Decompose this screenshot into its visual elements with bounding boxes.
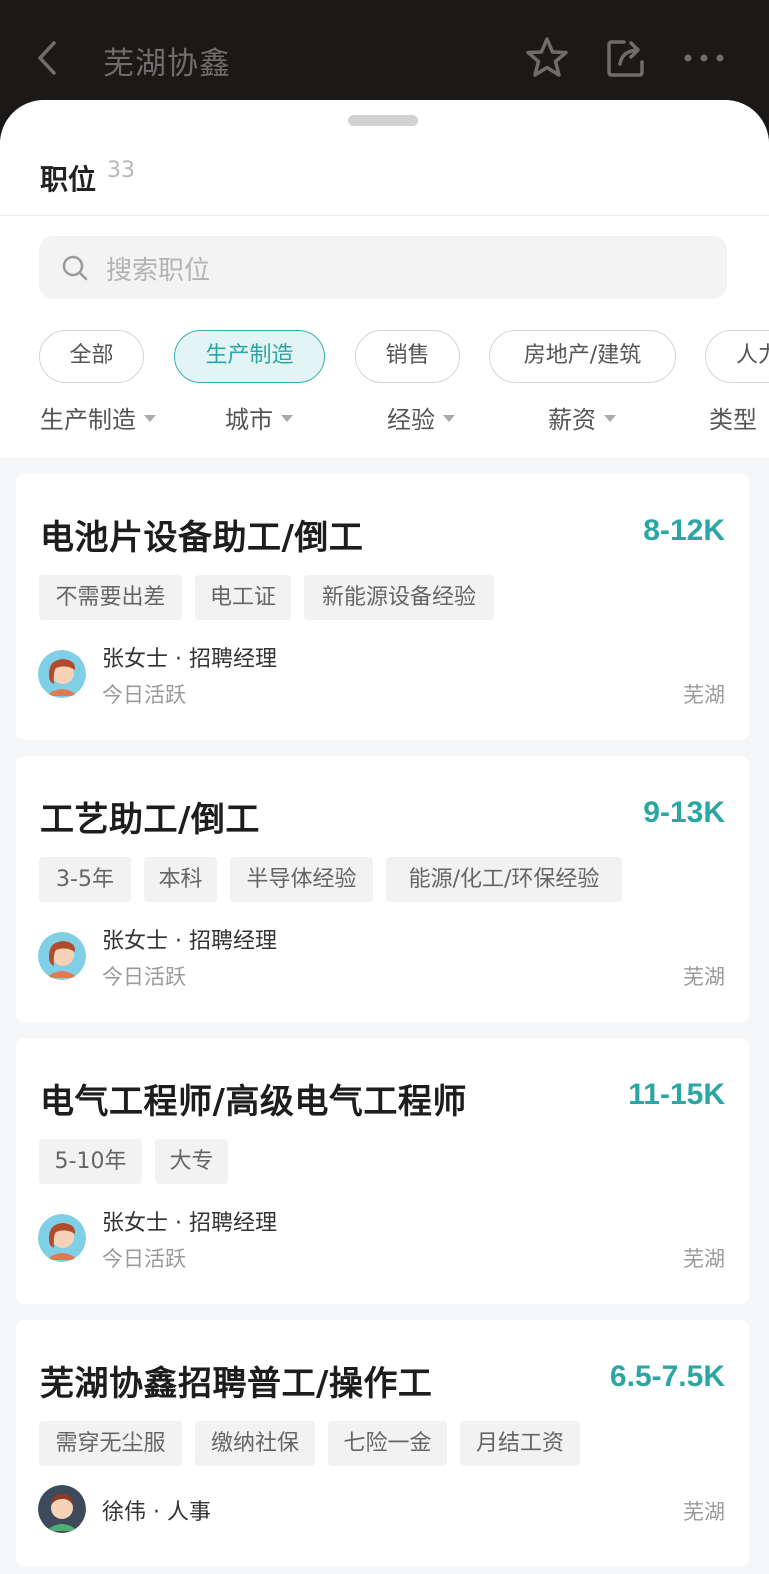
chip-all[interactable]: 全部: [39, 330, 144, 383]
job-tag: 不需要出差: [39, 575, 182, 620]
drag-handle[interactable]: [348, 115, 418, 126]
search-input[interactable]: 搜索职位: [39, 236, 727, 299]
job-card[interactable]: 电气工程师/高级电气工程师 11-15K 5-10年 大专 张女士 · 招聘经理…: [16, 1038, 749, 1304]
caret-down-icon: [281, 415, 293, 422]
job-title: 电气工程师/高级电气工程师: [40, 1082, 467, 1122]
divider: [0, 215, 769, 216]
filter-label: 城市: [225, 406, 273, 434]
top-bar: 芜湖协鑫: [0, 0, 769, 100]
job-card[interactable]: 工艺助工/倒工 9-13K 3-5年 本科 半导体经验 能源/化工/环保经验 张…: [16, 756, 749, 1022]
filter-label: 生产制造: [40, 406, 136, 434]
recruiter-name: 张女士 · 招聘经理: [102, 1211, 277, 1236]
job-tag: 月结工资: [460, 1421, 580, 1466]
job-card[interactable]: 电池片设备助工/倒工 8-12K 不需要出差 电工证 新能源设备经验 张女士 ·…: [16, 474, 749, 740]
filter-experience[interactable]: 经验: [387, 400, 455, 435]
filter-type[interactable]: 类型: [709, 400, 757, 435]
recruiter-avatar: [38, 1214, 86, 1262]
job-list-sheet: 职位 33 搜索职位 全部 生产制造 销售 房地产/建筑 人力 生产制造 城市: [0, 100, 769, 1574]
job-title: 工艺助工/倒工: [40, 800, 260, 840]
job-city: 芜湖: [683, 683, 725, 707]
caret-down-icon: [604, 415, 616, 422]
filter-city[interactable]: 城市: [225, 400, 293, 435]
filter-label: 经验: [387, 406, 435, 434]
job-salary: 11-15K: [628, 1078, 725, 1111]
filter-salary[interactable]: 薪资: [548, 400, 616, 435]
job-tag: 需穿无尘服: [39, 1421, 182, 1466]
recruiter-status: 今日活跃: [102, 1247, 186, 1271]
job-city: 芜湖: [683, 1247, 725, 1271]
sheet-header: 职位 33 搜索职位 全部 生产制造 销售 房地产/建筑 人力 生产制造 城市: [0, 100, 769, 458]
job-title: 电池片设备助工/倒工: [40, 518, 364, 558]
star-favorite-icon[interactable]: [524, 36, 570, 80]
recruiter-status: 今日活跃: [102, 683, 186, 707]
recruiter-avatar: [38, 650, 86, 698]
job-salary: 9-13K: [643, 796, 725, 829]
job-tag: 缴纳社保: [195, 1421, 315, 1466]
job-tag: 七险一金: [328, 1421, 447, 1466]
search-icon: [62, 255, 88, 281]
filter-label: 薪资: [548, 406, 596, 434]
caret-down-icon: [144, 415, 156, 422]
recruiter-status: 今日活跃: [102, 965, 186, 989]
section-title: 职位: [40, 163, 97, 196]
job-city: 芜湖: [683, 1500, 725, 1524]
chip-sales[interactable]: 销售: [355, 330, 460, 383]
job-tag: 3-5年: [39, 857, 131, 902]
filter-category[interactable]: 生产制造: [40, 400, 156, 435]
more-options-icon[interactable]: [682, 46, 726, 70]
category-chips: 全部 生产制造 销售 房地产/建筑 人力: [0, 330, 769, 384]
job-salary: 8-12K: [643, 514, 725, 547]
filter-bar: 生产制造 城市 经验 薪资 类型: [0, 400, 769, 440]
job-tag: 本科: [144, 857, 217, 902]
back-arrow-icon[interactable]: [30, 38, 66, 78]
job-salary: 6.5-7.5K: [609, 1360, 725, 1393]
search-placeholder: 搜索职位: [106, 256, 211, 286]
job-city: 芜湖: [683, 965, 725, 989]
chip-hr[interactable]: 人力: [705, 330, 769, 383]
chip-real-estate[interactable]: 房地产/建筑: [489, 330, 676, 383]
recruiter-avatar: [38, 932, 86, 980]
caret-down-icon: [443, 415, 455, 422]
recruiter-name: 张女士 · 招聘经理: [102, 929, 277, 954]
job-tag: 新能源设备经验: [304, 575, 494, 620]
job-card[interactable]: 芜湖协鑫招聘普工/操作工 6.5-7.5K 需穿无尘服 缴纳社保 七险一金 月结…: [16, 1320, 749, 1566]
recruiter-name: 徐伟 · 人事: [102, 1500, 211, 1525]
job-tag: 电工证: [195, 575, 291, 620]
share-icon[interactable]: [604, 36, 648, 80]
job-tag: 能源/化工/环保经验: [386, 857, 622, 902]
job-tag: 5-10年: [39, 1139, 142, 1184]
filter-label: 类型: [709, 406, 757, 434]
page-title: 芜湖协鑫: [103, 46, 231, 82]
job-title: 芜湖协鑫招聘普工/操作工: [40, 1364, 433, 1404]
section-count: 33: [107, 158, 135, 183]
recruiter-avatar: [38, 1485, 86, 1533]
chip-manufacturing[interactable]: 生产制造: [174, 330, 325, 383]
job-tag: 大专: [155, 1139, 228, 1184]
job-tag: 半导体经验: [230, 857, 373, 902]
recruiter-name: 张女士 · 招聘经理: [102, 647, 277, 672]
